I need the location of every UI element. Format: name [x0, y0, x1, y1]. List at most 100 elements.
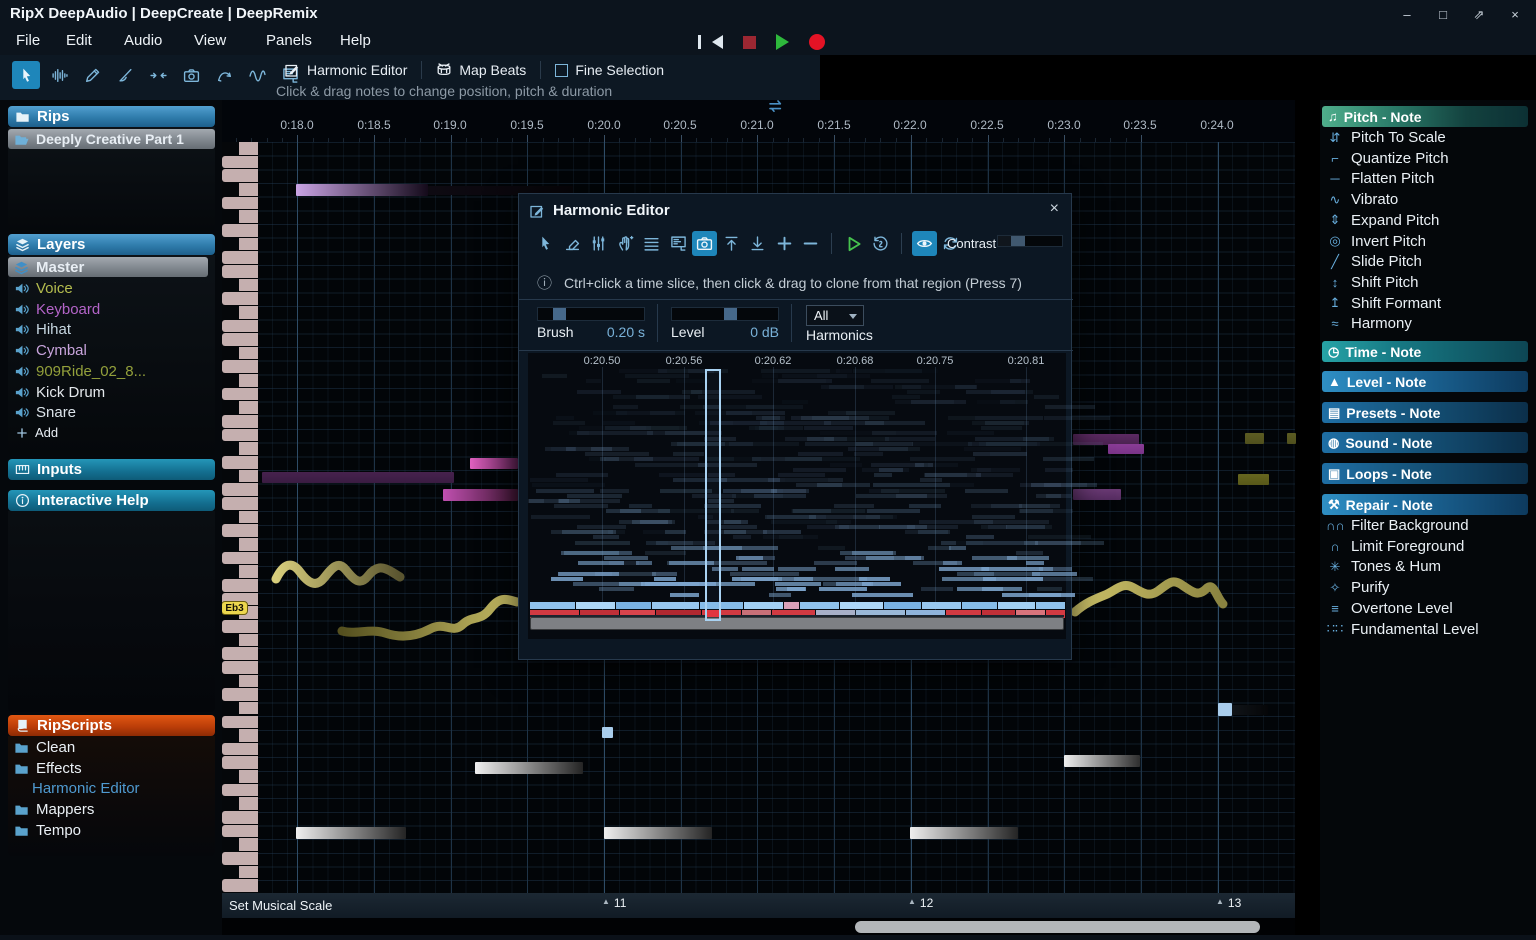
harmonic-editor-button[interactable]: Harmonic Editor [270, 62, 421, 78]
black-key[interactable] [239, 511, 258, 524]
midi-note[interactable] [602, 727, 613, 738]
set-musical-scale-button[interactable]: Set Musical Scale [229, 898, 332, 913]
camera-tool[interactable] [177, 61, 205, 89]
white-key[interactable] [222, 169, 258, 182]
knife-tool[interactable] [111, 61, 139, 89]
white-key[interactable] [222, 743, 258, 756]
midi-note[interactable] [470, 458, 518, 469]
section-header-loops-note[interactable]: ▣Loops - Note [1322, 463, 1528, 484]
black-key[interactable] [239, 702, 258, 715]
black-key[interactable] [239, 565, 258, 578]
hand-tool[interactable] [613, 231, 638, 256]
midi-note[interactable] [1073, 489, 1121, 500]
ripscripts-header[interactable]: RipScripts [8, 715, 215, 736]
layer-item[interactable]: Keyboard [14, 301, 100, 318]
brush-slider[interactable] [537, 307, 645, 321]
tool-item-vibrato[interactable]: ∿Vibrato [1326, 191, 1398, 208]
black-key[interactable] [239, 279, 258, 292]
play-button[interactable] [776, 34, 789, 50]
tool-item-flatten-pitch[interactable]: ─Flatten Pitch [1326, 170, 1434, 187]
white-key[interactable] [222, 579, 258, 592]
tool-item-slide-pitch[interactable]: ╱Slide Pitch [1326, 253, 1422, 270]
black-key[interactable] [239, 142, 258, 155]
white-key[interactable] [222, 879, 258, 892]
white-key[interactable] [222, 756, 258, 769]
tool-item-quantize-pitch[interactable]: ⌐Quantize Pitch [1326, 150, 1449, 167]
white-key[interactable] [222, 456, 258, 469]
white-key[interactable] [222, 688, 258, 701]
black-key[interactable] [239, 210, 258, 223]
black-key[interactable] [239, 238, 258, 251]
section-header-pitch-note[interactable]: ♫Pitch - Note [1322, 106, 1528, 127]
black-key[interactable] [239, 866, 258, 879]
black-key[interactable] [239, 729, 258, 742]
sliders-tool[interactable] [586, 231, 611, 256]
skip-start-button[interactable] [712, 35, 723, 49]
midi-note[interactable] [262, 472, 454, 483]
layer-item[interactable]: Snare [14, 404, 76, 421]
midi-note[interactable] [296, 827, 406, 839]
menu-audio[interactable]: Audio [124, 32, 162, 49]
white-key[interactable] [222, 852, 258, 865]
piano-keyboard[interactable] [222, 142, 258, 893]
section-header-presets-note[interactable]: ▤Presets - Note [1322, 402, 1528, 423]
fine-selection-button[interactable]: Fine Selection [541, 62, 678, 78]
white-key[interactable] [222, 292, 258, 305]
stop-button[interactable] [743, 36, 756, 49]
show-button[interactable] [912, 231, 937, 256]
menu-file[interactable]: File [16, 32, 40, 49]
brush-slider-handle[interactable] [553, 308, 566, 320]
black-key[interactable] [239, 538, 258, 551]
ripscript-item[interactable]: Mappers [14, 801, 94, 818]
black-key[interactable] [239, 797, 258, 810]
harmonics-dropdown[interactable]: All [806, 305, 864, 326]
interactive-help-header[interactable]: Interactive Help [8, 490, 215, 511]
layer-item[interactable]: 909Ride_02_8... [14, 363, 146, 380]
tool-item-fundamental-level[interactable]: ∷∷Fundamental Level [1326, 621, 1479, 638]
white-key[interactable] [222, 661, 258, 674]
level-slider-handle[interactable] [724, 308, 737, 320]
midi-note[interactable] [1218, 703, 1232, 716]
horizontal-scrollbar[interactable] [855, 921, 1260, 933]
white-key[interactable] [222, 620, 258, 633]
white-key[interactable] [222, 716, 258, 729]
maximize-button[interactable]: □ [1430, 6, 1456, 24]
eraser-tool[interactable] [560, 231, 585, 256]
minimize-button[interactable]: – [1394, 6, 1420, 24]
white-key[interactable] [222, 415, 258, 428]
layer-item[interactable]: Voice [14, 280, 73, 297]
midi-note[interactable] [1232, 705, 1268, 715]
black-key[interactable] [239, 675, 258, 688]
wave-tool[interactable] [243, 61, 271, 89]
white-key[interactable] [222, 429, 258, 442]
midi-note[interactable] [1108, 444, 1144, 454]
tool-item-overtone-level[interactable]: ≡Overtone Level [1326, 600, 1453, 617]
tool-item-shift-formant[interactable]: ↥Shift Formant [1326, 295, 1441, 312]
layer-master[interactable]: Master [8, 257, 208, 277]
white-key[interactable] [222, 524, 258, 537]
play-button[interactable] [842, 231, 867, 256]
white-key[interactable] [222, 647, 258, 660]
white-key[interactable] [222, 224, 258, 237]
ripscript-item[interactable]: Effects [14, 760, 82, 777]
map-beats-button[interactable]: Map Beats [422, 62, 540, 78]
section-header-sound-note[interactable]: ◍Sound - Note [1322, 432, 1528, 453]
camera-tool[interactable] [692, 231, 717, 256]
dialog-close-button[interactable]: × [1050, 200, 1059, 218]
white-key[interactable] [222, 333, 258, 346]
white-key[interactable] [222, 388, 258, 401]
rip-item[interactable]: Deeply Creative Part 1 [8, 129, 215, 149]
tool-item-limit-foreground[interactable]: ∩Limit Foreground [1326, 538, 1464, 555]
midi-note[interactable] [475, 762, 583, 774]
tool-item-shift-pitch[interactable]: ↕Shift Pitch [1326, 274, 1419, 291]
midi-note[interactable] [1238, 474, 1269, 485]
import-down-tool[interactable] [745, 231, 770, 256]
white-key[interactable] [222, 265, 258, 278]
layer-item[interactable]: Hihat [14, 321, 71, 338]
white-key[interactable] [222, 784, 258, 797]
tool-item-expand-pitch[interactable]: ⇕Expand Pitch [1326, 212, 1439, 229]
lines-tool[interactable] [639, 231, 664, 256]
black-key[interactable] [239, 347, 258, 360]
black-key[interactable] [239, 306, 258, 319]
ripscript-item[interactable]: Harmonic Editor [32, 780, 140, 797]
